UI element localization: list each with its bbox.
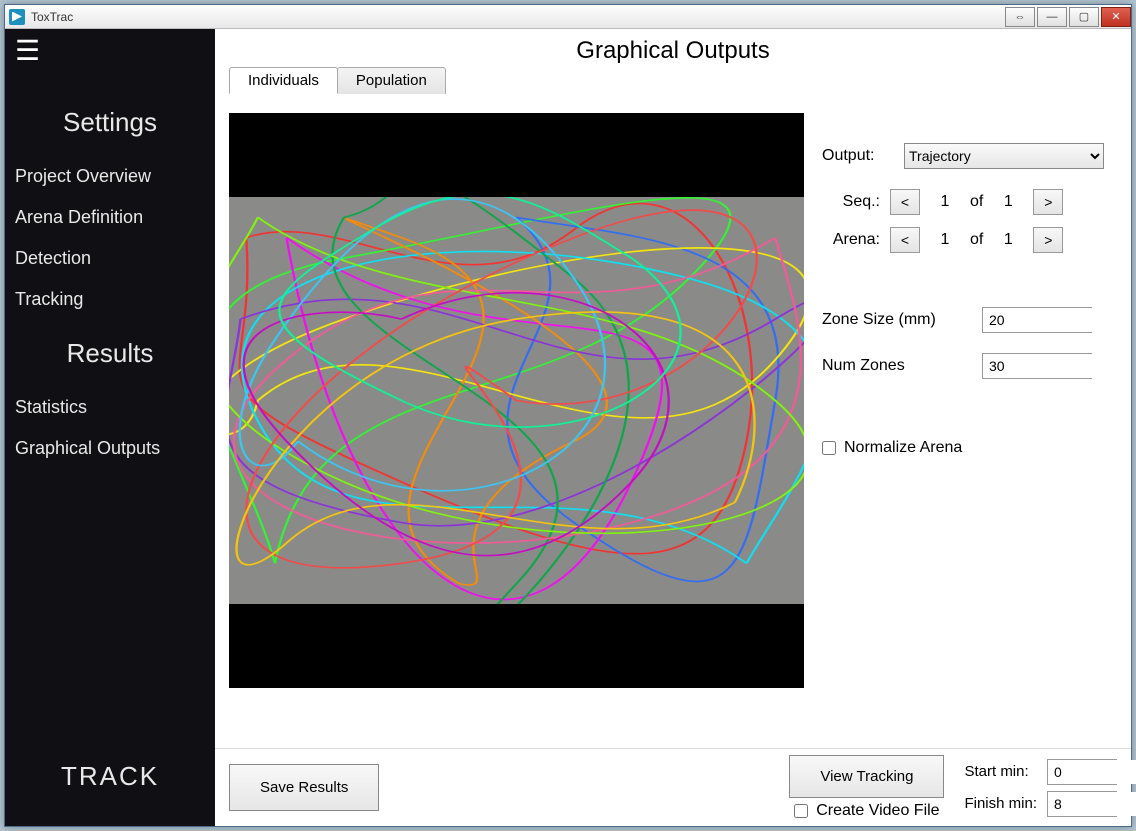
close-button[interactable]: ✕: [1101, 7, 1131, 27]
sidebar-item-arena-definition[interactable]: Arena Definition: [15, 197, 205, 238]
sidebar-item-tracking[interactable]: Tracking: [15, 279, 205, 320]
zone-size-input[interactable]: [983, 308, 1131, 332]
arena-prev-button[interactable]: <: [890, 227, 920, 253]
sidebar-item-statistics[interactable]: Statistics: [15, 387, 205, 428]
seq-prev-button[interactable]: <: [890, 189, 920, 215]
output-label: Output:: [822, 147, 892, 165]
finish-min-input[interactable]: [1048, 792, 1136, 816]
window-title: ToxTrac: [31, 10, 73, 24]
start-min-input[interactable]: [1048, 760, 1136, 784]
normalize-arena-checkbox[interactable]: Normalize Arena: [822, 439, 1117, 457]
finish-min-label: Finish min:: [964, 795, 1037, 812]
finish-min-spinner[interactable]: ▲▼: [1047, 791, 1117, 817]
zone-size-label: Zone Size (mm): [822, 311, 962, 329]
seq-next-button[interactable]: >: [1033, 189, 1063, 215]
arena-next-button[interactable]: >: [1033, 227, 1063, 253]
start-min-spinner[interactable]: ▲▼: [1047, 759, 1117, 785]
maximize-button[interactable]: ▢: [1069, 7, 1099, 27]
zone-size-spinner[interactable]: ▲▼: [982, 307, 1092, 333]
num-zones-spinner[interactable]: ▲▼: [982, 353, 1092, 379]
sidebar-item-project-overview[interactable]: Project Overview: [15, 156, 205, 197]
start-min-label: Start min:: [964, 763, 1037, 780]
restore-down-button[interactable]: ⇔: [1005, 7, 1035, 27]
trajectory-plot: [229, 197, 804, 604]
save-results-button[interactable]: Save Results: [229, 764, 379, 811]
page-title: Graphical Outputs: [215, 37, 1131, 65]
sidebar: ☰ Settings Project Overview Arena Defini…: [5, 29, 215, 826]
arena-label: Arena:: [826, 231, 880, 249]
minimize-button[interactable]: —: [1037, 7, 1067, 27]
sidebar-item-detection[interactable]: Detection: [15, 238, 205, 279]
sidebar-heading-settings: Settings: [15, 107, 205, 138]
track-button[interactable]: TRACK: [15, 761, 205, 792]
tab-population[interactable]: Population: [337, 67, 446, 94]
trajectory-viewport: [229, 113, 804, 688]
seq-label: Seq.:: [826, 193, 880, 211]
create-video-checkbox[interactable]: Create Video File: [794, 802, 939, 820]
arena-total: 1: [993, 231, 1023, 249]
seq-current: 1: [930, 193, 960, 211]
arena-of: of: [970, 231, 983, 249]
create-video-label: Create Video File: [816, 802, 939, 820]
normalize-arena-input[interactable]: [822, 441, 836, 455]
titlebar: ToxTrac ⇔ — ▢ ✕: [5, 5, 1131, 29]
view-tracking-button[interactable]: View Tracking: [789, 755, 944, 798]
tab-individuals[interactable]: Individuals: [229, 67, 338, 94]
app-icon: [9, 9, 25, 25]
num-zones-input[interactable]: [983, 354, 1131, 378]
arena-current: 1: [930, 231, 960, 249]
create-video-input[interactable]: [794, 804, 808, 818]
seq-of: of: [970, 193, 983, 211]
num-zones-label: Num Zones: [822, 357, 962, 375]
normalize-arena-label: Normalize Arena: [844, 439, 962, 457]
output-select[interactable]: Trajectory: [904, 143, 1104, 169]
menu-icon[interactable]: ☰: [15, 37, 205, 65]
sidebar-item-graphical-outputs[interactable]: Graphical Outputs: [15, 428, 205, 469]
sidebar-heading-results: Results: [15, 338, 205, 369]
seq-total: 1: [993, 193, 1023, 211]
